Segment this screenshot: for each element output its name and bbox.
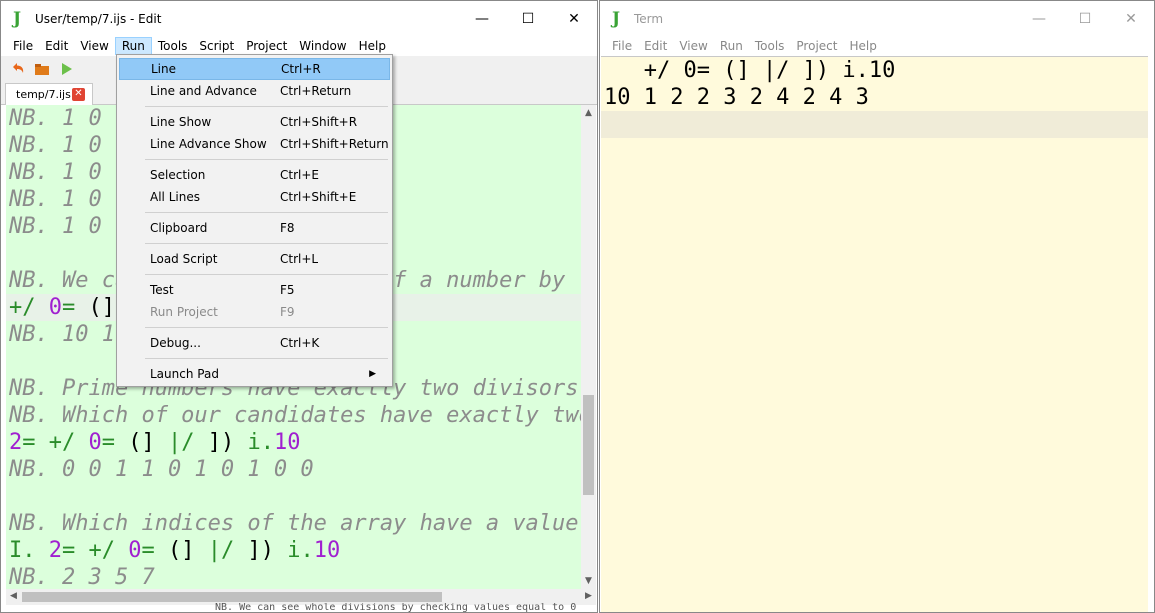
menu-item-line-show[interactable]: Line Show Ctrl+Shift+R <box>119 111 390 133</box>
menu-separator <box>145 159 388 160</box>
edit-menubar: File Edit View Run Tools Script Project … <box>1 37 597 55</box>
maximize-button[interactable]: ☐ <box>1062 1 1108 37</box>
editor-line[interactable]: 2= +/ 0= (] |/ ]) i.10 <box>6 429 581 456</box>
menu-edit[interactable]: Edit <box>39 37 74 55</box>
edit-titlebar[interactable]: J User/temp/7.ijs - Edit — ☐ ✕ <box>1 1 597 37</box>
close-button[interactable]: ✕ <box>1108 1 1154 37</box>
term-menu-project[interactable]: Project <box>790 37 843 55</box>
folder-icon[interactable] <box>33 60 51 78</box>
editor-line[interactable] <box>6 483 581 510</box>
edit-window-title: User/temp/7.ijs - Edit <box>35 12 162 26</box>
term-menubar: File Edit View Run Tools Project Help <box>600 37 1154 55</box>
menu-item-launch-pad[interactable]: Launch Pad ▶ <box>119 363 390 385</box>
menu-file[interactable]: File <box>7 37 39 55</box>
background-window-text: NB. We can see whole divisions by checki… <box>215 603 577 613</box>
terminal-session[interactable]: +/ 0= (] |/ ]) i.10 10 1 2 2 3 2 4 2 4 3 <box>601 56 1148 612</box>
vertical-scroll-thumb[interactable] <box>583 395 594 495</box>
minimize-button[interactable]: — <box>459 1 505 37</box>
menu-separator <box>145 212 388 213</box>
menu-item-line-advance-show[interactable]: Line Advance Show Ctrl+Shift+Return <box>119 133 390 155</box>
menu-separator <box>145 274 388 275</box>
tab-label: temp/7.ijs <box>16 88 71 101</box>
scroll-right-icon[interactable]: ▶ <box>581 591 596 601</box>
menu-window[interactable]: Window <box>293 37 352 55</box>
menu-view[interactable]: View <box>74 37 114 55</box>
run-menu-dropdown: Line Ctrl+R Line and Advance Ctrl+Return… <box>116 54 393 387</box>
menu-item-all-lines[interactable]: All Lines Ctrl+Shift+E <box>119 186 390 208</box>
term-menu-help[interactable]: Help <box>843 37 882 55</box>
menu-item-selection[interactable]: Selection Ctrl+E <box>119 164 390 186</box>
vertical-scrollbar[interactable]: ▲ ▼ <box>581 105 596 589</box>
menu-item-clipboard[interactable]: Clipboard F8 <box>119 217 390 239</box>
menu-help[interactable]: Help <box>353 37 392 55</box>
close-button[interactable]: ✕ <box>551 1 597 37</box>
term-titlebar[interactable]: J Term — ☐ ✕ <box>600 1 1154 37</box>
menu-item-debug[interactable]: Debug... Ctrl+K <box>119 332 390 354</box>
menu-tools[interactable]: Tools <box>152 37 194 55</box>
menu-run[interactable]: Run <box>114 37 152 55</box>
minimize-button[interactable]: — <box>1016 1 1062 37</box>
menu-item-line-and-advance[interactable]: Line and Advance Ctrl+Return <box>119 80 390 102</box>
tab-7-ijs[interactable]: temp/7.ijs ✕ <box>5 83 93 105</box>
editor-line[interactable]: NB. 2 3 5 7 <box>6 564 581 589</box>
editor-line[interactable]: NB. Which indices of the array have a va… <box>6 510 581 537</box>
submenu-arrow-icon: ▶ <box>369 369 376 379</box>
horizontal-scroll-thumb[interactable] <box>22 592 442 602</box>
menu-item-run-project: Run Project F9 <box>150 305 295 319</box>
scroll-up-icon[interactable]: ▲ <box>581 108 596 118</box>
term-menu-run[interactable]: Run <box>714 37 749 55</box>
editor-line[interactable]: NB. 0 0 1 1 0 1 0 1 0 0 <box>6 456 581 483</box>
term-menu-file[interactable]: File <box>606 37 638 55</box>
editor-line[interactable]: NB. Which of our candidates have exactly… <box>6 402 581 429</box>
menu-project[interactable]: Project <box>240 37 293 55</box>
maximize-button[interactable]: ☐ <box>505 1 551 37</box>
scroll-down-icon[interactable]: ▼ <box>581 576 596 586</box>
j-logo-icon: J <box>13 9 22 29</box>
tab-close-icon[interactable]: ✕ <box>72 88 85 101</box>
menu-item-line[interactable]: Line Ctrl+R <box>119 58 390 80</box>
term-menu-tools[interactable]: Tools <box>749 37 791 55</box>
menu-separator <box>145 243 388 244</box>
undo-icon[interactable] <box>9 60 27 78</box>
term-menu-view[interactable]: View <box>673 37 713 55</box>
j-logo-icon: J <box>612 9 621 29</box>
scroll-left-icon[interactable]: ◀ <box>6 591 21 601</box>
menu-separator <box>145 106 388 107</box>
run-icon[interactable] <box>57 60 75 78</box>
term-menu-edit[interactable]: Edit <box>638 37 673 55</box>
term-window: J Term — ☐ ✕ File Edit View Run Tools Pr… <box>599 0 1155 613</box>
term-prompt-line[interactable] <box>601 111 1148 138</box>
term-input-line: +/ 0= (] |/ ]) i.10 <box>604 58 896 83</box>
menu-item-load-script[interactable]: Load Script Ctrl+L <box>119 248 390 270</box>
menu-separator <box>145 358 388 359</box>
term-window-title: Term <box>634 12 664 26</box>
menu-script[interactable]: Script <box>193 37 240 55</box>
menu-separator <box>145 327 388 328</box>
editor-line[interactable]: I. 2= +/ 0= (] |/ ]) i.10 <box>6 537 581 564</box>
menu-item-test[interactable]: Test F5 <box>119 279 390 301</box>
term-output-line: 10 1 2 2 3 2 4 2 4 3 <box>604 85 869 110</box>
